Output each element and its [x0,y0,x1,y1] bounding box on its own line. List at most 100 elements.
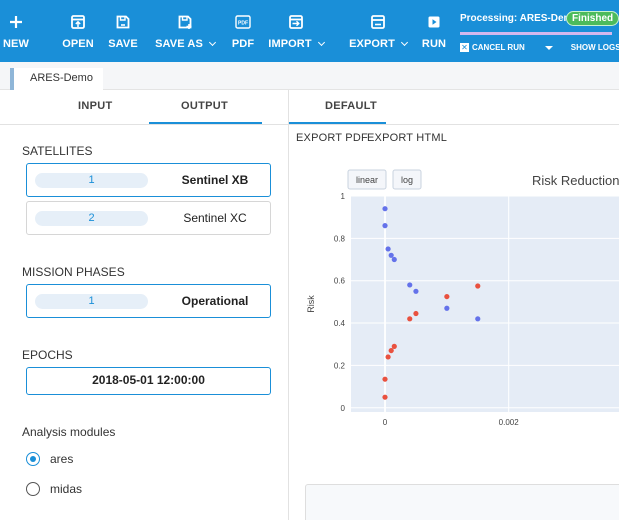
export-label: EXPORT [349,38,395,50]
log-label: log [401,175,413,185]
y-tick-label: 0.6 [334,277,346,286]
y-tick-label: 0 [341,404,346,413]
x-tick-label: 0.002 [499,418,520,427]
radio-unchecked-icon [26,482,40,496]
linear-label: linear [356,175,378,185]
module-label: ares [50,452,74,466]
satellite-card[interactable]: 1 Sentinel XB [26,163,271,197]
satellite-index: 1 [35,173,148,188]
y-tick-label: 0.8 [334,234,346,243]
import-label: IMPORT [268,38,312,50]
export-button[interactable]: EXPORT [346,0,410,62]
output-panel [305,484,619,520]
caret-down-icon[interactable] [544,45,553,50]
scatter-point[interactable] [391,256,397,263]
new-label: NEW [3,38,29,50]
tab-output[interactable]: OUTPUT [181,100,228,112]
save-label: SAVE [108,38,138,50]
satellite-card[interactable]: 2 Sentinel XC [26,201,271,235]
breadcrumb-bar: ARES-Demo [0,62,619,90]
linear-scale-button[interactable]: linear [347,169,387,190]
scatter-point[interactable] [413,288,419,294]
save-as-button[interactable]: SAVE AS [155,0,216,62]
mission-phase-card[interactable]: 1 Operational [26,284,271,318]
open-label: OPEN [62,38,94,50]
y-axis-label: Risk [306,295,316,313]
save-button[interactable]: SAVE [107,0,139,62]
import-icon [289,15,303,29]
cancel-run-button[interactable]: ✕ CANCEL RUN [460,43,525,52]
plus-icon [10,16,22,28]
scatter-point[interactable] [385,246,391,252]
import-button[interactable]: IMPORT [263,0,329,62]
scatter-point[interactable] [444,293,450,300]
scatter-point[interactable] [407,282,413,288]
pdf-button[interactable]: PDF PDF [230,0,256,62]
scatter-point[interactable] [382,206,388,212]
satellites-title: SATELLITES [22,144,93,158]
left-panel: INPUT OUTPUT SATELLITES 1 Sentinel XB 2 … [0,90,288,520]
divider [0,124,288,125]
export-pdf-link[interactable]: EXPORT PDF [296,132,368,144]
run-label: RUN [421,38,447,50]
risk-chart: 0 0.2 0.4 0.6 0.8 1 0 0.002 Risk Risk Reduction… [306,169,619,427]
module-radio-ares[interactable]: ares [26,452,73,466]
scatter-point[interactable] [388,252,394,258]
scatter-point[interactable] [382,394,388,400]
scatter-point[interactable] [382,223,388,229]
chevron-down-icon [208,38,216,47]
phase-index: 1 [35,294,148,309]
scatter-point[interactable] [407,316,413,322]
play-icon [428,16,440,28]
scatter-point[interactable] [391,343,397,349]
chart-title: Risk Reduction A [532,173,619,188]
run-button[interactable]: RUN [420,0,448,62]
pdf-icon: PDF [235,15,251,29]
x-tick-label: 0 [383,418,388,427]
divider [289,124,619,125]
pdf-icon-text: PDF [238,21,248,27]
scatter-point[interactable] [413,310,419,317]
radio-checked-icon [26,452,40,466]
new-button[interactable]: NEW [2,0,30,62]
tab-input[interactable]: INPUT [78,100,113,112]
tab-default[interactable]: DEFAULT [325,100,377,112]
pdf-label: PDF [231,38,255,50]
show-logs-button[interactable]: SHOW LOGS [571,43,619,52]
phase-name: Operational [181,294,249,308]
breadcrumb[interactable]: ARES-Demo [10,68,103,90]
processing-panel: Processing: ARES-Demo Finished ✕ CANCEL … [455,6,619,62]
open-button[interactable]: OPEN [60,0,96,62]
y-tick-label: 0.4 [334,319,346,328]
satellite-name: Sentinel XC [183,211,247,225]
close-icon: ✕ [460,43,469,52]
log-scale-button[interactable]: log [392,169,422,190]
open-icon [71,15,85,29]
y-tick-label: 0.2 [334,361,346,370]
analysis-modules-title: Analysis modules [22,425,116,439]
module-label: midas [50,482,83,496]
scatter-point[interactable] [444,305,450,311]
plot-area [351,196,619,412]
main-toolbar: NEW OPEN SAVE SAVE AS PDF PDF IMPORT EXP… [0,0,619,62]
processing-status: Processing: ARES-Demo [460,13,579,24]
export-html-link[interactable]: EXPORT HTML [367,132,447,144]
status-badge: Finished [566,11,619,26]
cancel-run-label: CANCEL RUN [472,43,525,52]
epoch-item[interactable]: 2018-05-01 12:00:00 [26,367,271,395]
save-as-icon [178,15,191,29]
right-panel: DEFAULT EXPORT PDF EXPORT HTML 0 0.2 0.4 0.… [288,90,619,520]
save-icon [116,15,130,29]
module-radio-midas[interactable]: midas [26,482,82,496]
chevron-down-icon [400,38,408,47]
chevron-down-icon [317,38,325,47]
scatter-point[interactable] [382,376,388,382]
scatter-point[interactable] [385,354,391,360]
scatter-point[interactable] [475,316,481,322]
save-as-label: SAVE AS [155,38,203,50]
processing-progress-bar [460,32,612,35]
scatter-point[interactable] [475,283,481,289]
export-icon [371,15,385,29]
satellite-name: Sentinel XB [181,173,249,187]
scatter-point[interactable] [388,347,394,354]
